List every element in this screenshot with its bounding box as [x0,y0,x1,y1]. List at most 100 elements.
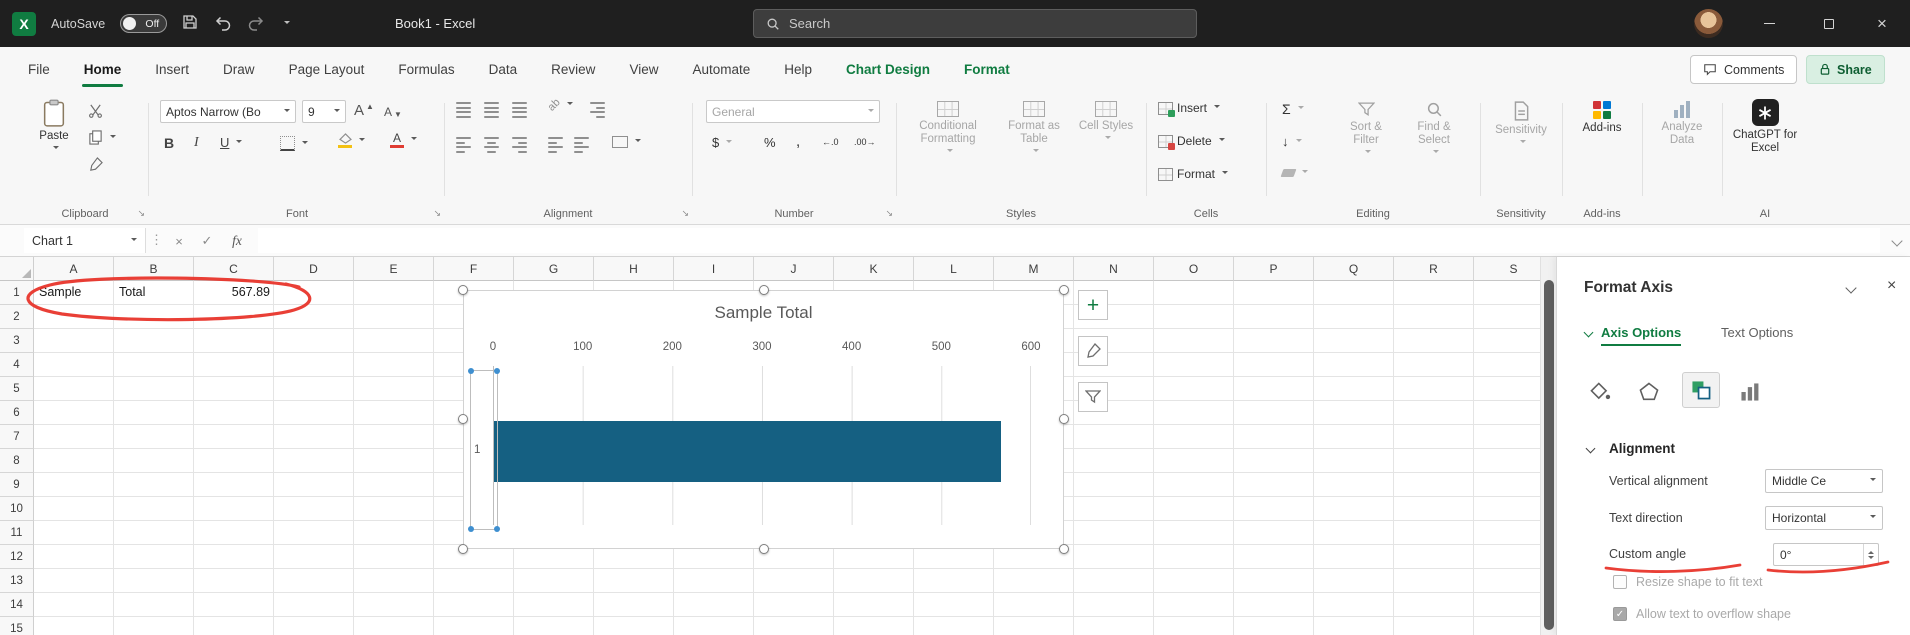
copy-button[interactable] [88,130,116,145]
find-select-button[interactable]: Find & Select [1406,101,1462,156]
chart-resize-handle[interactable] [1059,285,1069,295]
font-name-combo[interactable]: Aptos Narrow (Bo [160,100,296,123]
decrease-decimal-button[interactable]: .00→ [854,137,876,147]
ribbon-tab[interactable]: Insert [141,47,203,91]
column-header[interactable]: G [514,257,594,281]
orientation-button[interactable]: ab [546,96,574,114]
ribbon-tab[interactable]: View [615,47,672,91]
resize-shape-checkbox[interactable] [1613,575,1627,589]
text-direction-dropdown[interactable]: Horizontal [1765,506,1883,530]
bold-button[interactable]: B [164,135,174,151]
borders-button[interactable] [280,136,308,151]
overflow-checkbox[interactable]: ✓ [1613,607,1627,621]
expand-formula-bar-icon[interactable] [1891,235,1903,247]
column-header[interactable]: C [194,257,274,281]
row-header[interactable]: 8 [0,449,34,473]
align-bottom-button[interactable] [512,102,527,118]
scrollbar-thumb[interactable] [1544,280,1554,630]
search-input[interactable]: Search [753,9,1197,38]
chart-bar[interactable] [494,421,1002,482]
chart-resize-handle[interactable] [458,414,468,424]
align-right-button[interactable] [512,137,527,153]
save-button[interactable] [182,14,198,33]
chatgpt-button[interactable]: ChatGPT for Excel [1732,99,1798,155]
axis-options-tab-button[interactable] [1735,378,1765,406]
insert-cells-button[interactable]: Insert [1158,101,1221,117]
sort-filter-button[interactable]: Sort & Filter [1338,101,1394,156]
user-avatar[interactable] [1694,9,1723,38]
axis-selection-handle[interactable] [494,368,500,374]
ribbon-tab[interactable]: Home [70,47,136,91]
formula-input[interactable] [258,228,1880,253]
custom-angle-input[interactable]: 0° [1773,543,1879,566]
row-header[interactable]: 12 [0,545,34,569]
shrink-font-button[interactable]: A ▼ [384,104,402,120]
column-header[interactable]: L [914,257,994,281]
row-header[interactable]: 14 [0,593,34,617]
column-header[interactable]: P [1234,257,1314,281]
chart-resize-handle[interactable] [458,544,468,554]
ribbon-tab[interactable]: Automate [678,47,764,91]
increase-indent-button[interactable] [574,137,589,153]
autosave-toggle[interactable]: Off [120,14,168,33]
decrease-indent-button[interactable] [548,137,563,153]
column-header[interactable]: D [274,257,354,281]
merge-center-button[interactable] [612,136,641,148]
pane-collapse-icon[interactable] [1845,282,1857,294]
tab-axis-options[interactable]: Axis Options [1601,325,1682,346]
name-box[interactable]: Chart 1 [24,228,146,253]
maximize-button[interactable] [1803,0,1855,47]
quick-access-chevron-icon[interactable] [284,20,291,27]
ribbon-tab[interactable]: File [14,47,64,91]
conditional-formatting-button[interactable]: Conditional Formatting [900,101,996,155]
chart-resize-handle[interactable] [1059,544,1069,554]
ribbon-tab[interactable]: Format [950,47,1024,91]
close-button[interactable]: × [1856,0,1908,47]
comma-style-button[interactable]: , [796,133,800,150]
chart-title[interactable]: Sample Total [464,303,1063,323]
column-header[interactable]: J [754,257,834,281]
ribbon-tab[interactable]: Help [770,47,826,91]
addins-button[interactable]: Add-ins [1570,101,1634,135]
effects-tab-button[interactable] [1634,378,1664,406]
autosum-button[interactable]: Σ [1282,101,1304,117]
name-box-resize-handle[interactable]: ⋮ [150,232,163,248]
ribbon-tab[interactable]: Review [537,47,609,91]
clear-button[interactable] [1280,169,1308,177]
ribbon-tab[interactable]: Page Layout [275,47,379,91]
cut-button[interactable] [88,103,103,118]
chart-resize-handle[interactable] [759,285,769,295]
column-header[interactable]: O [1154,257,1234,281]
increase-decimal-button[interactable]: ←.0 [822,137,839,147]
column-header[interactable]: F [434,257,514,281]
format-painter-button[interactable] [88,157,103,172]
align-left-button[interactable] [456,137,471,153]
paste-button[interactable]: Paste [30,99,78,152]
alignment-section-header[interactable]: Alignment [1609,441,1675,456]
align-top-button[interactable] [456,102,471,118]
ribbon-tab[interactable]: Data [475,47,532,91]
chart-plot-area[interactable] [493,366,1031,525]
excel-logo-icon[interactable]: X [12,11,36,36]
axis-selection-handle[interactable] [468,368,474,374]
row-header[interactable]: 6 [0,401,34,425]
column-header[interactable]: R [1394,257,1474,281]
undo-button[interactable] [213,14,232,34]
embedded-chart[interactable]: Sample Total 0 100 200 300 400 500 600 1 [463,290,1064,549]
format-cells-button[interactable]: Format [1158,167,1229,181]
size-properties-tab-button[interactable] [1682,372,1720,408]
cell-styles-button[interactable]: Cell Styles [1072,101,1140,142]
redo-button[interactable] [247,14,266,34]
column-header[interactable]: Q [1314,257,1394,281]
column-header[interactable]: S [1474,257,1540,281]
cell-B1[interactable]: Total [119,285,145,299]
number-format-combo[interactable]: General [706,100,880,123]
chart-filters-button[interactable] [1078,382,1108,412]
wrap-text-button[interactable] [590,102,605,118]
formula-enter-button[interactable]: ✓ [194,225,220,257]
row-header[interactable]: 5 [0,377,34,401]
column-header[interactable]: M [994,257,1074,281]
column-header[interactable]: I [674,257,754,281]
row-header[interactable]: 11 [0,521,34,545]
row-header[interactable]: 3 [0,329,34,353]
